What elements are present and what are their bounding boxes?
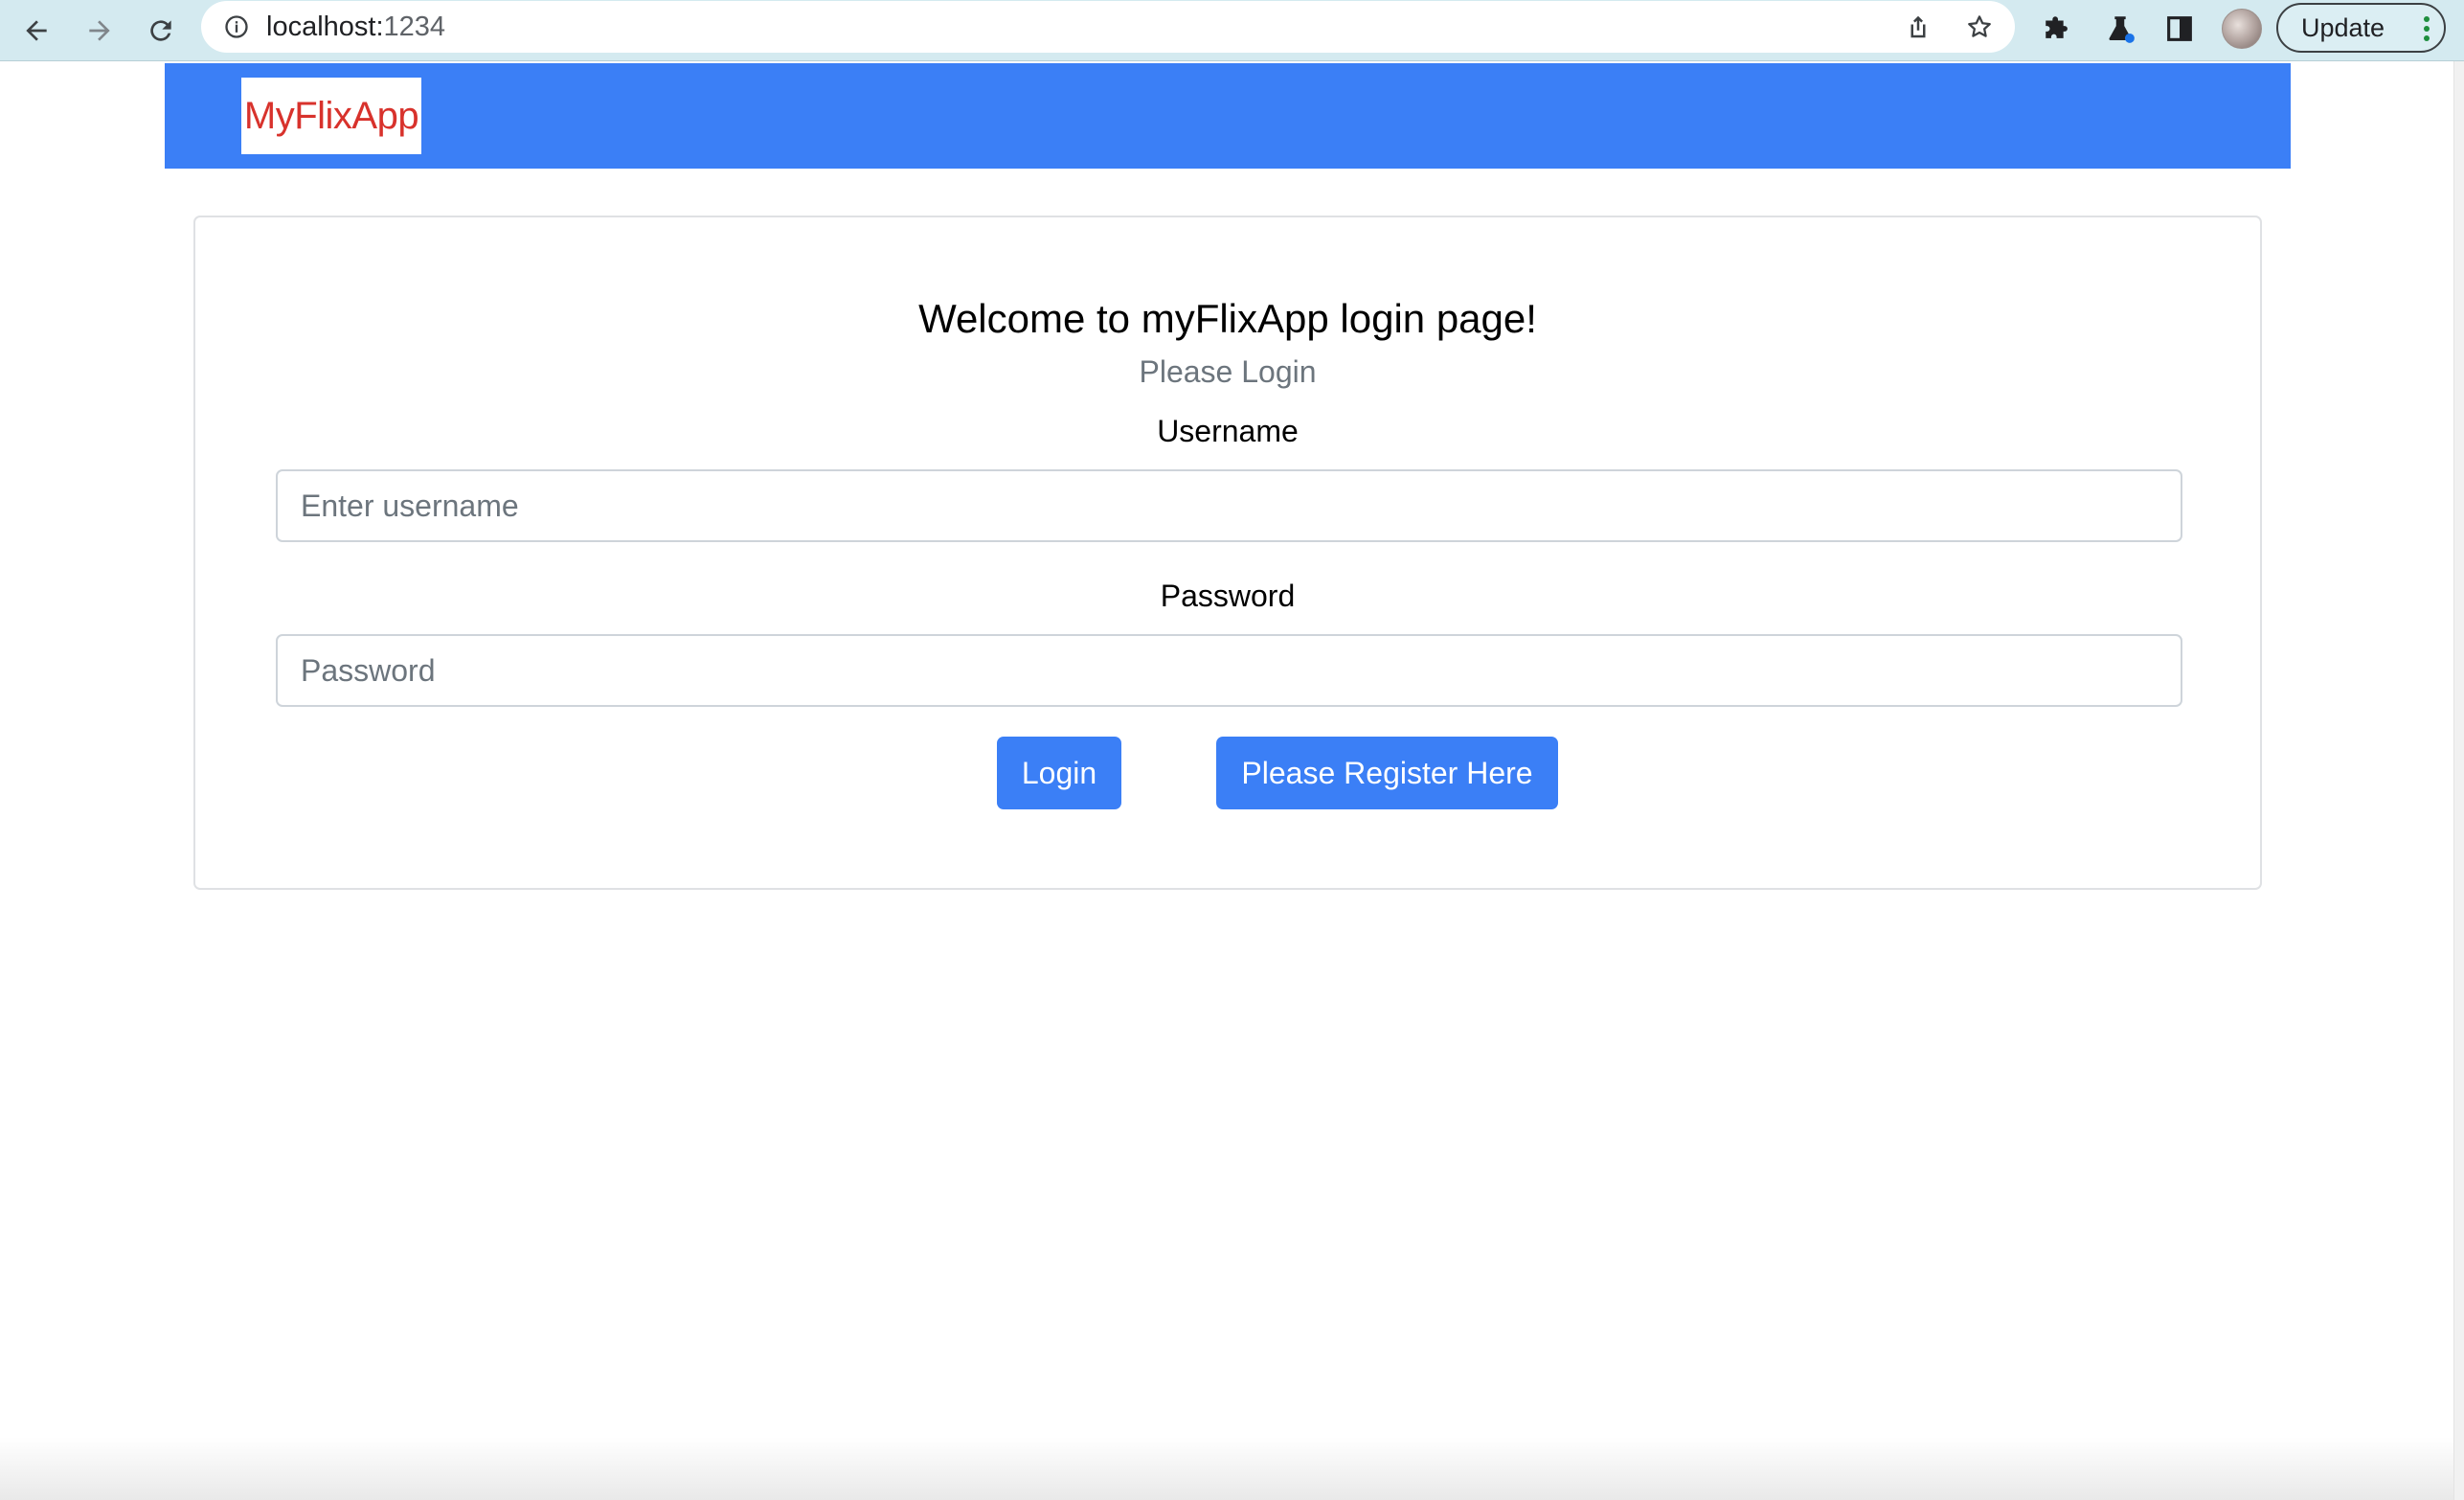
brand-logo[interactable]: MyFlixApp — [241, 78, 421, 154]
info-icon[interactable] — [222, 12, 251, 41]
side-panel-icon[interactable] — [2157, 6, 2203, 52]
share-icon[interactable] — [1900, 9, 1936, 45]
labs-icon[interactable] — [2097, 6, 2143, 52]
reload-icon[interactable] — [136, 6, 186, 56]
url-text[interactable]: localhost:1234 — [266, 11, 445, 43]
update-label: Update — [2301, 12, 2385, 42]
username-input[interactable] — [276, 469, 2182, 542]
back-arrow-icon[interactable] — [11, 6, 61, 56]
app-navbar: MyFlixApp — [165, 63, 2291, 169]
star-icon[interactable] — [1961, 9, 1998, 45]
login-card: Welcome to myFlixApp login page! Please … — [193, 216, 2262, 890]
kebab-menu-icon[interactable] — [2423, 16, 2430, 41]
bottom-fade — [0, 1437, 2453, 1500]
password-label: Password — [1160, 579, 1296, 613]
username-label: Username — [1157, 414, 1299, 448]
page-subtitle: Please Login — [1139, 354, 1317, 389]
extensions-icon[interactable] — [2035, 6, 2081, 52]
page-scrollbar[interactable] — [2453, 61, 2464, 1500]
url-host: localhost: — [266, 11, 384, 42]
update-button[interactable]: Update — [2276, 3, 2446, 53]
address-bar[interactable]: localhost:1234 — [201, 1, 2015, 53]
password-input[interactable] — [276, 634, 2182, 707]
register-button[interactable]: Please Register Here — [1216, 737, 1558, 809]
forward-arrow-icon[interactable] — [75, 6, 124, 56]
page-title: Welcome to myFlixApp login page! — [918, 296, 1537, 341]
login-button[interactable]: Login — [997, 737, 1121, 809]
avatar[interactable] — [2222, 9, 2262, 49]
url-port: 1234 — [383, 11, 446, 42]
browser-toolbar: localhost:1234 Update — [0, 0, 2464, 61]
